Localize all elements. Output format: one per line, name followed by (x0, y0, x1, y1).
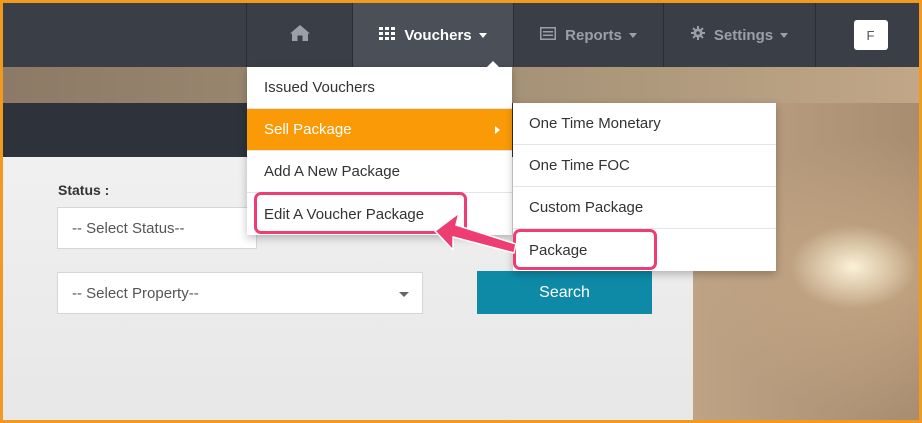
highlight-box-package (513, 229, 657, 270)
nav-home[interactable] (246, 3, 352, 67)
submenu-item-one-time-monetary[interactable]: One Time Monetary (513, 103, 776, 145)
property-select[interactable]: -- Select Property-- (57, 272, 423, 314)
menu-item-issued-vouchers[interactable]: Issued Vouchers (247, 67, 512, 109)
top-navbar: Vouchers Reports Settings F (3, 3, 919, 67)
submenu-item-label: Custom Package (529, 199, 644, 216)
submenu-item-label: One Time Monetary (529, 115, 661, 132)
status-label: Status : (58, 182, 110, 198)
chevron-down-icon (780, 32, 789, 38)
status-select[interactable]: -- Select Status-- (57, 207, 257, 249)
menu-item-sell-package[interactable]: Sell Package (247, 109, 512, 151)
nav-settings[interactable]: Settings (663, 3, 815, 67)
highlight-box-edit-voucher-package (254, 192, 467, 234)
screenshot-frame: Vouchers Reports Settings F Status: -- … (0, 0, 922, 423)
menu-item-label: Issued Vouchers (264, 79, 375, 96)
menu-item-label: Sell Package (264, 121, 352, 138)
nav-reports-label: Reports (565, 26, 622, 44)
menu-item-label: Add A New Package (264, 163, 400, 180)
submenu-item-label: One Time FOC (529, 157, 630, 174)
status-select-value: -- Select Status-- (72, 219, 185, 237)
submenu-item-custom-package[interactable]: Custom Package (513, 187, 776, 229)
chevron-down-icon (478, 32, 487, 38)
chevron-down-icon (399, 292, 409, 297)
nav-user-menu[interactable]: F (815, 3, 919, 67)
home-icon (289, 24, 311, 46)
menu-item-add-new-package[interactable]: Add A New Package (247, 151, 512, 193)
nav-vouchers[interactable]: Vouchers (352, 3, 513, 67)
avatar[interactable]: F (853, 20, 888, 50)
submenu-item-one-time-foc[interactable]: One Time FOC (513, 145, 776, 187)
list-icon (540, 26, 557, 44)
nav-vouchers-label: Vouchers (404, 26, 472, 44)
gear-icon (690, 26, 705, 44)
search-button[interactable]: Search (477, 271, 652, 314)
nav-reports[interactable]: Reports (513, 3, 663, 67)
chevron-down-icon (628, 32, 637, 38)
chevron-right-icon (495, 126, 500, 134)
grid-icon (379, 26, 396, 44)
property-select-value: -- Select Property-- (72, 284, 199, 302)
nav-settings-label: Settings (713, 26, 774, 44)
